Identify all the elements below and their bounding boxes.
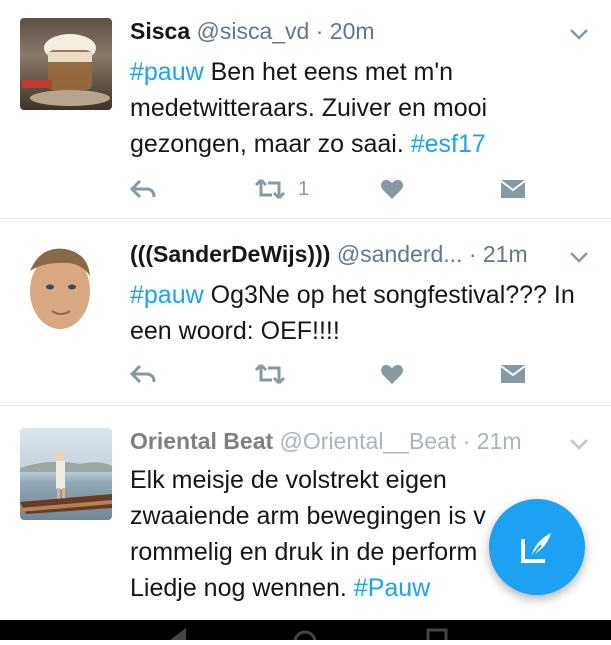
- hashtag[interactable]: #pauw: [130, 281, 204, 309]
- timestamp: · 21m: [468, 241, 528, 267]
- hashtag[interactable]: #esf17: [411, 130, 486, 158]
- reply-button[interactable]: [130, 359, 156, 389]
- reply-button[interactable]: [130, 174, 156, 204]
- tweet-text-segment: Liedje nog wennen.: [130, 574, 354, 602]
- author-name[interactable]: Oriental Beat: [130, 428, 273, 454]
- navigation-icons: [170, 628, 448, 645]
- chevron-down-icon[interactable]: [567, 245, 591, 269]
- man-portrait-photo-icon: [30, 248, 90, 329]
- chevron-down-icon[interactable]: [567, 432, 591, 456]
- tweet-actions: [130, 359, 530, 389]
- retweet-icon: [254, 178, 286, 200]
- tweet-text: #pauw Og3Ne op het songfestival??? In ee…: [130, 277, 590, 349]
- tweet-header: (((SanderDeWijs))) @sanderd... · 21m: [130, 241, 528, 268]
- direct-message-button[interactable]: [500, 359, 526, 389]
- tweet-header: Oriental Beat @Oriental__Beat · 21m: [130, 428, 522, 455]
- coffee-photo-icon: [22, 34, 110, 106]
- home-icon: [293, 630, 317, 645]
- tweet-actions: 1: [130, 174, 530, 204]
- tweet-header: Sisca @sisca_vd · 20m: [130, 18, 375, 45]
- author-name[interactable]: (((SanderDeWijs))): [130, 241, 330, 267]
- author-handle[interactable]: @sanderd...: [337, 241, 463, 267]
- envelope-icon: [500, 365, 526, 383]
- retweet-count: 1: [298, 177, 310, 200]
- chevron-down-icon[interactable]: [567, 22, 591, 46]
- envelope-icon: [500, 180, 526, 198]
- reply-icon: [130, 179, 156, 199]
- system-navigation-bar: [0, 620, 611, 645]
- timestamp: · 21m: [462, 428, 522, 454]
- heart-icon: [381, 364, 403, 384]
- reply-icon: [130, 364, 156, 384]
- boat-woman-photo-icon: [20, 451, 112, 514]
- retweet-button[interactable]: 1: [254, 174, 309, 204]
- hashtag[interactable]: #Pauw: [354, 574, 430, 602]
- compose-tweet-button[interactable]: [489, 499, 585, 595]
- direct-message-button[interactable]: [500, 174, 526, 204]
- hashtag[interactable]: #pauw: [130, 58, 204, 86]
- retweet-icon: [254, 363, 286, 385]
- tweet-1[interactable]: Sisca @sisca_vd · 20m #pauw Ben het eens…: [0, 0, 611, 219]
- avatar[interactable]: [20, 428, 112, 520]
- avatar[interactable]: [20, 18, 112, 110]
- compose-quill-icon: [521, 533, 551, 563]
- timestamp: · 20m: [315, 18, 375, 44]
- like-button[interactable]: [380, 174, 404, 204]
- back-icon: [170, 628, 186, 640]
- tweet-text-line: Elk meisje de volstrekt eigen: [130, 466, 447, 494]
- author-handle[interactable]: @sisca_vd: [197, 18, 310, 44]
- author-name[interactable]: Sisca: [130, 18, 190, 44]
- avatar[interactable]: [20, 241, 100, 333]
- retweet-button[interactable]: [254, 359, 286, 389]
- tweet-text: #pauw Ben het eens met m'n medetwitteraa…: [130, 54, 590, 162]
- recents-icon: [426, 628, 448, 645]
- heart-icon: [381, 179, 403, 199]
- like-button[interactable]: [380, 359, 404, 389]
- author-handle[interactable]: @Oriental__Beat: [280, 428, 457, 454]
- tweet-2[interactable]: (((SanderDeWijs))) @sanderd... · 21m #pa…: [0, 219, 611, 406]
